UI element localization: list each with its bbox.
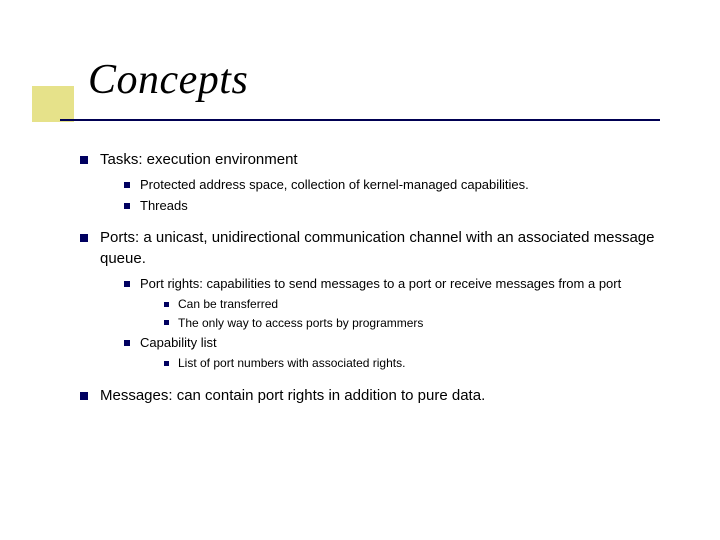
slide-body: Tasks: execution environment Protected a…	[80, 150, 680, 420]
list-text: List of port numbers with associated rig…	[178, 356, 405, 370]
list-text: Port rights: capabilities to send messag…	[140, 276, 621, 291]
list-item: Ports: a unicast, unidirectional communi…	[80, 228, 680, 371]
bullet-list: Tasks: execution environment Protected a…	[80, 150, 680, 406]
bullet-list: List of port numbers with associated rig…	[162, 355, 680, 371]
slide-title: Concepts	[88, 56, 248, 104]
list-item: List of port numbers with associated rig…	[162, 355, 680, 371]
bullet-list: Port rights: capabilities to send messag…	[122, 275, 680, 372]
list-item: Messages: can contain port rights in add…	[80, 386, 680, 406]
list-text: Capability list	[140, 335, 217, 350]
bullet-list: Protected address space, collection of k…	[122, 176, 680, 214]
list-item: Capability list List of port numbers wit…	[122, 334, 680, 372]
list-text: Threads	[140, 198, 188, 213]
list-text: Ports: a unicast, unidirectional communi…	[100, 229, 654, 266]
list-text: Protected address space, collection of k…	[140, 177, 529, 192]
list-text: The only way to access ports by programm…	[178, 316, 423, 330]
list-text: Messages: can contain port rights in add…	[100, 387, 485, 404]
list-text: Tasks: execution environment	[100, 151, 298, 168]
bullet-list: Can be transferred The only way to acces…	[162, 296, 680, 330]
list-text: Can be transferred	[178, 297, 278, 311]
slide: Concepts Tasks: execution environment Pr…	[0, 0, 720, 540]
list-item: Can be transferred	[162, 296, 680, 312]
list-item: The only way to access ports by programm…	[162, 315, 680, 331]
list-item: Threads	[122, 197, 680, 215]
title-underline	[60, 119, 660, 121]
list-item: Port rights: capabilities to send messag…	[122, 275, 680, 331]
title-accent-block	[32, 86, 74, 122]
list-item: Tasks: execution environment Protected a…	[80, 150, 680, 214]
list-item: Protected address space, collection of k…	[122, 176, 680, 194]
